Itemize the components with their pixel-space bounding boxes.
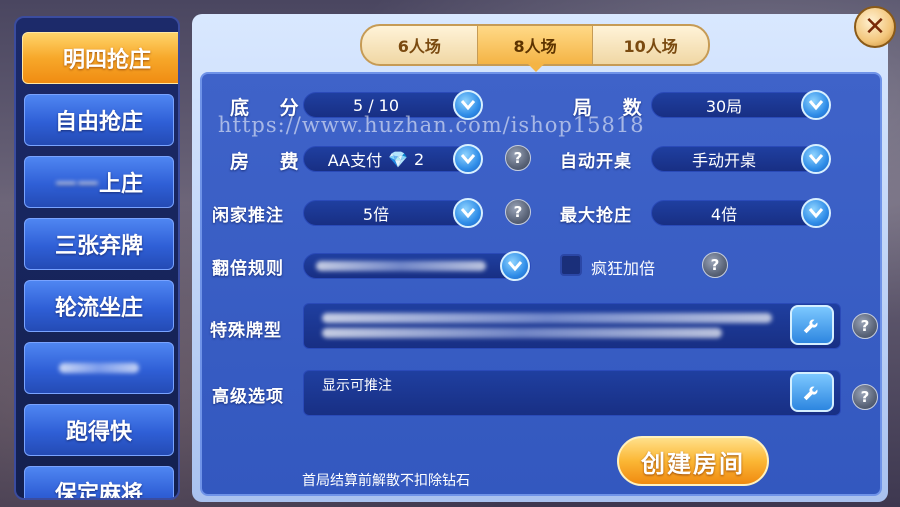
blurred-text — [322, 313, 772, 323]
sidebar-item-label: 保定麻将 — [54, 482, 143, 500]
chevron-down-icon[interactable] — [801, 198, 831, 228]
sidebar-item-paodekuai[interactable]: 跑得快 — [24, 404, 174, 456]
sidebar-item-sanzhang[interactable]: 三张弃牌 — [24, 218, 174, 270]
game-type-sidebar: 明四抢庄 自由抢庄 —— 上庄 三张弃牌 轮流坐庄 跑得快 保定麻将 — [14, 16, 180, 500]
xianjia-label: 闲家推注 — [212, 206, 284, 226]
blurred-text — [322, 328, 722, 338]
tab-10-players[interactable]: 10人场 — [593, 26, 708, 64]
zidong-label: 自动开桌 — [560, 152, 632, 172]
diamond-icon: 💎 — [388, 149, 409, 169]
help-icon[interactable]: ? — [702, 252, 728, 278]
zuida-label: 最大抢庄 — [560, 206, 632, 226]
sidebar-item-mingsi[interactable]: 明四抢庄 — [22, 32, 178, 84]
chevron-down-icon[interactable] — [801, 90, 831, 120]
player-count-tabs: 6人场 8人场 10人场 — [360, 24, 710, 66]
sidebar-item-label: 上庄 — [98, 172, 143, 197]
help-icon[interactable]: ? — [852, 313, 878, 339]
teshu-label: 特殊牌型 — [210, 321, 282, 341]
chevron-down-icon[interactable] — [801, 144, 831, 174]
sidebar-item-ziyou[interactable]: 自由抢庄 — [24, 94, 174, 146]
tab-pointer — [528, 64, 544, 72]
watermark: https://www.huzhan.com/ishop15818 — [218, 113, 645, 137]
crazy-double-label: 疯狂加倍 — [591, 259, 656, 278]
help-icon[interactable]: ? — [852, 384, 878, 410]
sidebar-item-blurred[interactable] — [24, 342, 174, 394]
blurred-text: —— — [54, 169, 99, 195]
wrench-icon[interactable] — [790, 372, 834, 412]
help-icon[interactable]: ? — [505, 199, 531, 225]
sidebar-item-label: 明四抢庄 — [62, 48, 151, 73]
sidebar-item-label: 三张弃牌 — [54, 234, 143, 259]
chevron-down-icon[interactable] — [453, 198, 483, 228]
create-room-button[interactable]: 创建房间 — [617, 436, 769, 486]
fanbei-select[interactable] — [303, 253, 531, 279]
sidebar-item-label: 跑得快 — [65, 420, 132, 445]
wrench-icon[interactable] — [790, 305, 834, 345]
fangfei-value: AA支付 — [327, 151, 383, 170]
sidebar-item-shangzhuang[interactable]: —— 上庄 — [24, 156, 174, 208]
advanced-options-value: 显示可推注 — [322, 378, 392, 394]
crazy-double-checkbox[interactable] — [560, 254, 582, 276]
sidebar-item-lunliu[interactable]: 轮流坐庄 — [24, 280, 174, 332]
fanbei-label: 翻倍规则 — [212, 259, 284, 279]
fangfei-label: 房 费 — [230, 151, 311, 173]
chevron-down-icon[interactable] — [500, 251, 530, 281]
sidebar-item-label: 轮流坐庄 — [54, 296, 143, 321]
close-button[interactable]: ✕ — [854, 6, 896, 48]
blurred-text — [59, 363, 139, 373]
gaoji-label: 高级选项 — [212, 387, 284, 407]
sidebar-item-label: 自由抢庄 — [54, 110, 143, 135]
chevron-down-icon[interactable] — [453, 144, 483, 174]
help-icon[interactable]: ? — [505, 145, 531, 171]
fangfei-count: 2 — [414, 149, 425, 169]
footer-note: 首局结算前解散不扣除钻石 — [302, 473, 470, 489]
blurred-text — [316, 261, 486, 271]
tab-6-players[interactable]: 6人场 — [362, 26, 478, 64]
tab-8-players[interactable]: 8人场 — [477, 26, 594, 64]
advanced-options-field[interactable]: 显示可推注 — [303, 370, 841, 416]
special-hands-field[interactable] — [303, 303, 841, 349]
sidebar-item-baoding[interactable]: 保定麻将 — [24, 466, 174, 500]
